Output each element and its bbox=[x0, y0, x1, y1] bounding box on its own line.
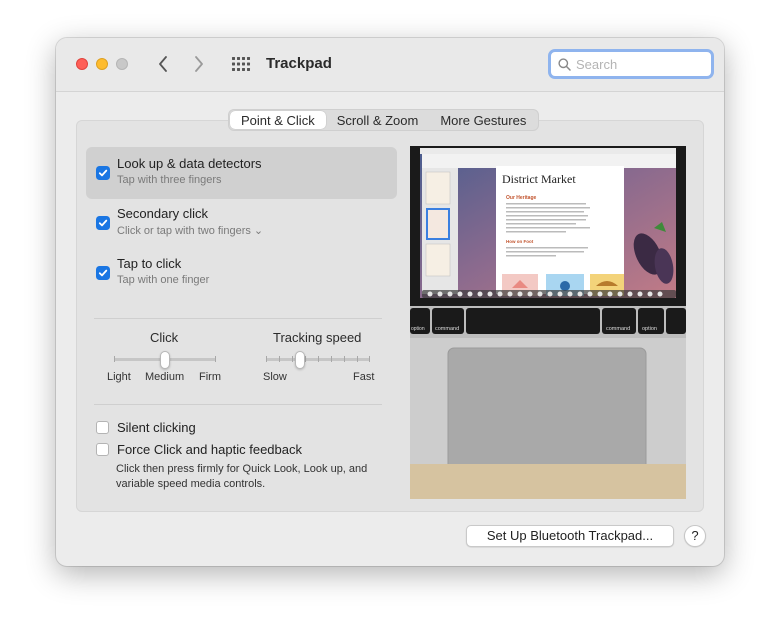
preview-key-right: command bbox=[606, 326, 630, 332]
show-all-button[interactable] bbox=[230, 54, 252, 74]
help-button[interactable]: ? bbox=[684, 525, 706, 547]
slider-tick bbox=[357, 356, 358, 362]
secondary-click-mode-popup[interactable]: Click or tap with two fingers ⌄ bbox=[117, 224, 263, 237]
slider-tick bbox=[279, 356, 280, 362]
search-field[interactable] bbox=[548, 49, 714, 79]
tap-to-click-checkbox[interactable] bbox=[96, 266, 110, 280]
force-click-description: Click then press firmly for Quick Look, … bbox=[116, 463, 368, 490]
option-look-up[interactable]: Look up & data detectors Tap with three … bbox=[86, 147, 397, 199]
forward-button[interactable] bbox=[188, 52, 210, 76]
option-subtitle: Tap with one finger bbox=[117, 274, 210, 286]
click-mid-label: Medium bbox=[145, 371, 185, 383]
slider-tick bbox=[305, 356, 306, 362]
option-title: Tap to click bbox=[117, 256, 182, 271]
preview-heading-1: Our Heritage bbox=[506, 195, 537, 201]
divider bbox=[94, 318, 382, 319]
search-icon bbox=[558, 57, 571, 71]
title-bar: Trackpad bbox=[56, 38, 724, 92]
slider-tick bbox=[292, 356, 293, 362]
chevron-left-icon bbox=[159, 56, 167, 72]
tracking-min-label: Slow bbox=[263, 371, 287, 383]
divider bbox=[94, 404, 382, 405]
click-slider-knob[interactable] bbox=[160, 351, 170, 369]
laptop-illustration: District Market Our Heritage How on Foot bbox=[410, 146, 686, 499]
option-title: Secondary click bbox=[117, 206, 209, 221]
minimize-button[interactable] bbox=[96, 58, 108, 70]
tracking-max-label: Fast bbox=[353, 371, 375, 383]
preview-key-far-right: option bbox=[642, 326, 657, 332]
force-click-label: Force Click and haptic feedback bbox=[117, 442, 302, 457]
back-button[interactable] bbox=[152, 52, 174, 76]
slider-tick bbox=[114, 356, 115, 362]
tracking-slider-label: Tracking speed bbox=[273, 330, 362, 345]
tab-point-click[interactable]: Point & Click bbox=[230, 111, 326, 129]
look-up-checkbox[interactable] bbox=[96, 166, 110, 180]
silent-clicking-checkbox[interactable] bbox=[96, 421, 109, 434]
preview-document-title: District Market bbox=[502, 172, 576, 186]
checkmark-icon bbox=[98, 219, 108, 227]
chevron-right-icon bbox=[195, 56, 203, 72]
option-title: Look up & data detectors bbox=[117, 156, 262, 171]
close-button[interactable] bbox=[76, 58, 88, 70]
slider-tick bbox=[331, 356, 332, 362]
slider-tick bbox=[369, 356, 370, 362]
setup-bluetooth-trackpad-button[interactable]: Set Up Bluetooth Trackpad... bbox=[466, 525, 674, 547]
window-title: Trackpad bbox=[266, 55, 332, 72]
click-max-label: Firm bbox=[199, 371, 221, 383]
slider-tick bbox=[266, 356, 267, 362]
slider-tick bbox=[318, 356, 319, 362]
preview-heading-2: How on Foot bbox=[506, 239, 534, 244]
option-tap-to-click[interactable]: Tap to click Tap with one finger bbox=[86, 247, 397, 299]
click-slider-label: Click bbox=[150, 330, 179, 345]
search-input[interactable] bbox=[576, 56, 706, 72]
option-subtitle: Tap with three fingers bbox=[117, 174, 222, 186]
tab-bar: Point & Click Scroll & Zoom More Gesture… bbox=[228, 109, 540, 131]
slider-tick bbox=[215, 356, 216, 362]
preview-key-left: command bbox=[435, 326, 459, 332]
silent-clicking-label: Silent clicking bbox=[117, 420, 196, 435]
tab-more-gestures[interactable]: More Gestures bbox=[429, 111, 537, 129]
preferences-window: Trackpad Point & Click Scroll & Zoom Mor… bbox=[56, 38, 724, 566]
gesture-preview: District Market Our Heritage How on Foot bbox=[410, 146, 686, 499]
option-secondary-click[interactable]: Secondary click Click or tap with two fi… bbox=[86, 197, 397, 249]
checkmark-icon bbox=[98, 169, 108, 177]
checkmark-icon bbox=[98, 269, 108, 277]
secondary-click-checkbox[interactable] bbox=[96, 216, 110, 230]
zoom-button[interactable] bbox=[116, 58, 128, 70]
grid-icon bbox=[232, 57, 250, 71]
force-click-checkbox[interactable] bbox=[96, 443, 109, 456]
tab-scroll-zoom[interactable]: Scroll & Zoom bbox=[326, 111, 430, 129]
preview-key-far-left: option bbox=[411, 326, 425, 332]
slider-tick bbox=[344, 356, 345, 362]
click-min-label: Light bbox=[107, 371, 131, 383]
tracking-slider-knob[interactable] bbox=[295, 351, 306, 369]
